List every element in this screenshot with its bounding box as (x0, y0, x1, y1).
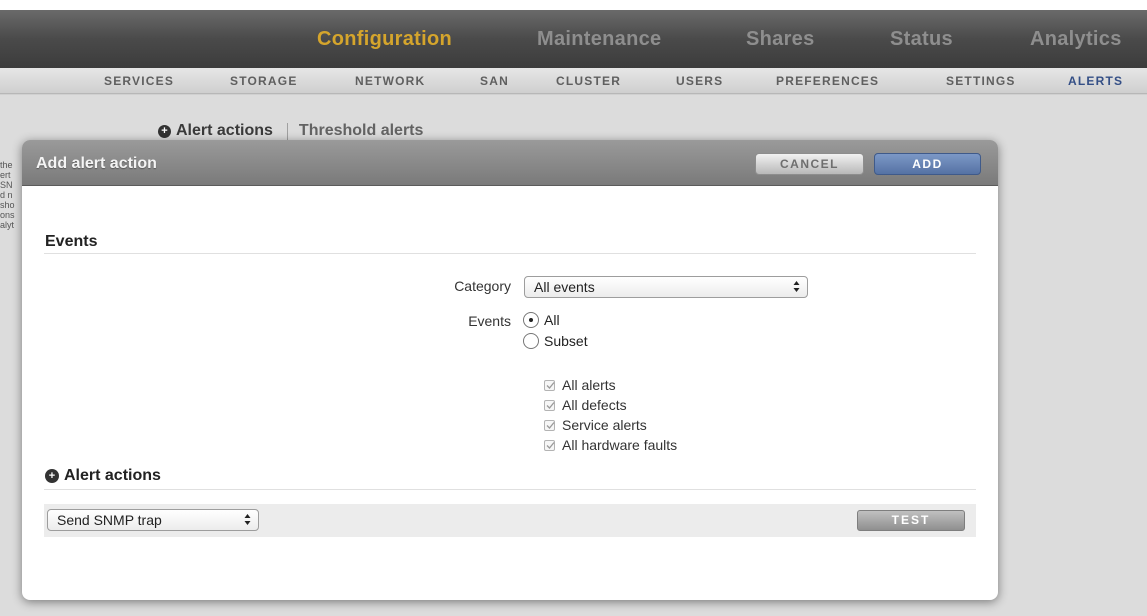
checkbox-all-defects[interactable]: All defects (544, 397, 627, 413)
checkbox-all-hardware-faults[interactable]: All hardware faults (544, 437, 677, 453)
threshold-alerts-link[interactable]: Threshold alerts (299, 122, 423, 140)
actions-section-rule (44, 489, 976, 490)
checkbox-label: All alerts (562, 377, 616, 393)
action-type-select[interactable]: Send SNMP trap (47, 509, 259, 531)
select-arrows-icon (793, 281, 800, 292)
select-arrows-icon (244, 514, 251, 525)
radio-all-button[interactable] (523, 312, 539, 328)
alert-actions-link[interactable]: Alert actions (176, 122, 273, 140)
obscured-text-line: ons (0, 210, 15, 220)
alert-actions-heading: + Alert actions (45, 467, 161, 485)
sub-tab-settings[interactable]: SETTINGS (946, 74, 1016, 88)
main-tab-configuration[interactable]: Configuration (317, 28, 452, 51)
check-icon[interactable] (544, 399, 555, 411)
test-button[interactable]: TEST (857, 510, 965, 531)
main-tab-status[interactable]: Status (890, 28, 953, 51)
alert-actions-title: Alert actions (64, 467, 161, 484)
alert-action-row: Send SNMP trap TEST (44, 504, 976, 537)
sub-tab-alerts[interactable]: ALERTS (1068, 74, 1123, 88)
check-icon[interactable] (544, 439, 555, 451)
obscured-page-text: the ert SN d n sho ons alyt (0, 160, 20, 230)
obscured-text-line: SN (0, 180, 13, 190)
main-tab-maintenance[interactable]: Maintenance (537, 28, 661, 51)
main-tab-shares[interactable]: Shares (746, 28, 815, 51)
check-icon[interactable] (544, 379, 555, 391)
checkbox-label: All defects (562, 397, 627, 413)
obscured-text-line: ert (0, 170, 11, 180)
add-action-icon[interactable]: + (45, 469, 59, 483)
obscured-text-line: the (0, 160, 13, 170)
category-select[interactable]: All events (524, 276, 808, 298)
radio-subset-label: Subset (544, 333, 588, 349)
radio-all[interactable]: All (523, 312, 560, 328)
main-nav: Configuration Maintenance Shares Status … (0, 10, 1147, 68)
category-select-value: All events (534, 279, 595, 295)
sub-tab-storage[interactable]: STORAGE (230, 74, 298, 88)
sub-tab-preferences[interactable]: PREFERENCES (776, 74, 879, 88)
events-section-title: Events (45, 233, 98, 250)
add-alert-action-dialog: Add alert action CANCEL ADD Events Categ… (22, 140, 998, 600)
events-section-rule (44, 253, 976, 254)
sub-tab-cluster[interactable]: CLUSTER (556, 74, 621, 88)
add-button[interactable]: ADD (874, 153, 981, 175)
check-icon[interactable] (544, 419, 555, 431)
action-type-value: Send SNMP trap (57, 512, 162, 528)
dialog-title: Add alert action (36, 155, 157, 172)
main-tab-analytics[interactable]: Analytics (1030, 28, 1122, 51)
radio-subset[interactable]: Subset (523, 333, 588, 349)
radio-all-label: All (544, 312, 560, 328)
alerts-page-links: + Alert actions Threshold alerts (158, 122, 423, 140)
checkbox-service-alerts[interactable]: Service alerts (544, 417, 647, 433)
events-label: Events (468, 313, 511, 329)
sub-tab-users[interactable]: USERS (676, 74, 723, 88)
radio-subset-button[interactable] (523, 333, 539, 349)
sub-tab-services[interactable]: SERVICES (104, 74, 174, 88)
add-circle-icon[interactable]: + (158, 124, 171, 138)
cancel-button[interactable]: CANCEL (755, 153, 864, 175)
checkbox-label: Service alerts (562, 417, 647, 433)
link-separator (286, 122, 288, 140)
checkbox-label: All hardware faults (562, 437, 678, 453)
checkbox-all-alerts[interactable]: All alerts (544, 377, 616, 393)
dialog-header: Add alert action CANCEL ADD (22, 140, 998, 186)
obscured-text-line: alyt (0, 220, 15, 230)
category-label: Category (454, 278, 511, 294)
sub-tab-network[interactable]: NETWORK (355, 74, 425, 88)
obscured-text-line: sho (0, 200, 15, 210)
sub-nav: SERVICES STORAGE NETWORK SAN CLUSTER USE… (0, 68, 1147, 94)
top-strip (0, 0, 1147, 10)
sub-tab-san[interactable]: SAN (480, 74, 509, 88)
obscured-text-line: d n (0, 190, 13, 200)
